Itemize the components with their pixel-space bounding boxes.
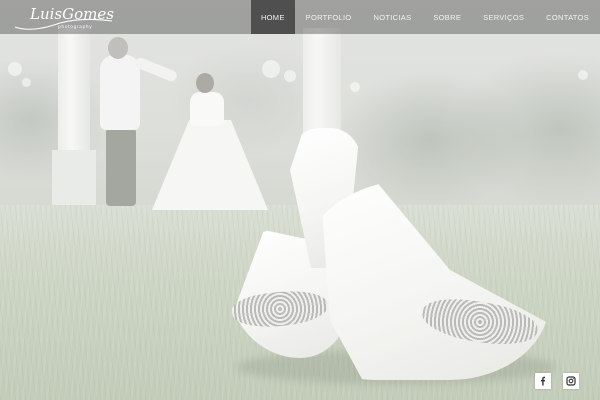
nav-item-sobre[interactable]: SOBRE [422,0,472,34]
instagram-button[interactable] [563,373,579,389]
site-logo[interactable]: LuisGomes photography [12,3,116,31]
nav-item-home[interactable]: HOME [250,0,295,34]
nav-item-servicos[interactable]: SERVIÇOS [472,0,535,34]
image-overlay [0,0,600,400]
main-navigation: HOME PORTFOLIO NOTICIAS SOBRE SERVIÇOS C… [250,0,600,34]
nav-item-noticias[interactable]: NOTICIAS [363,0,423,34]
top-navbar: LuisGomes photography HOME PORTFOLIO NOT… [0,0,600,34]
instagram-icon [566,376,576,386]
logo-subtitle-text: photography [58,24,92,30]
nav-item-label: NOTICIAS [373,12,412,22]
nav-item-label: HOME [260,12,285,22]
nav-item-label: CONTATOS [546,12,589,22]
facebook-button[interactable] [535,373,551,389]
nav-item-contatos[interactable]: CONTATOS [535,0,600,34]
logo-script-text: LuisGomes [29,5,114,23]
nav-item-label: SERVIÇOS [483,12,525,22]
logo-mark: LuisGomes photography [14,5,114,30]
nav-item-label: SOBRE [433,12,462,22]
hero-background-image [0,0,600,400]
social-links [535,373,579,389]
nav-item-label: PORTFOLIO [305,12,352,22]
nav-item-portfolio[interactable]: PORTFOLIO [295,0,363,34]
facebook-icon [541,376,546,386]
